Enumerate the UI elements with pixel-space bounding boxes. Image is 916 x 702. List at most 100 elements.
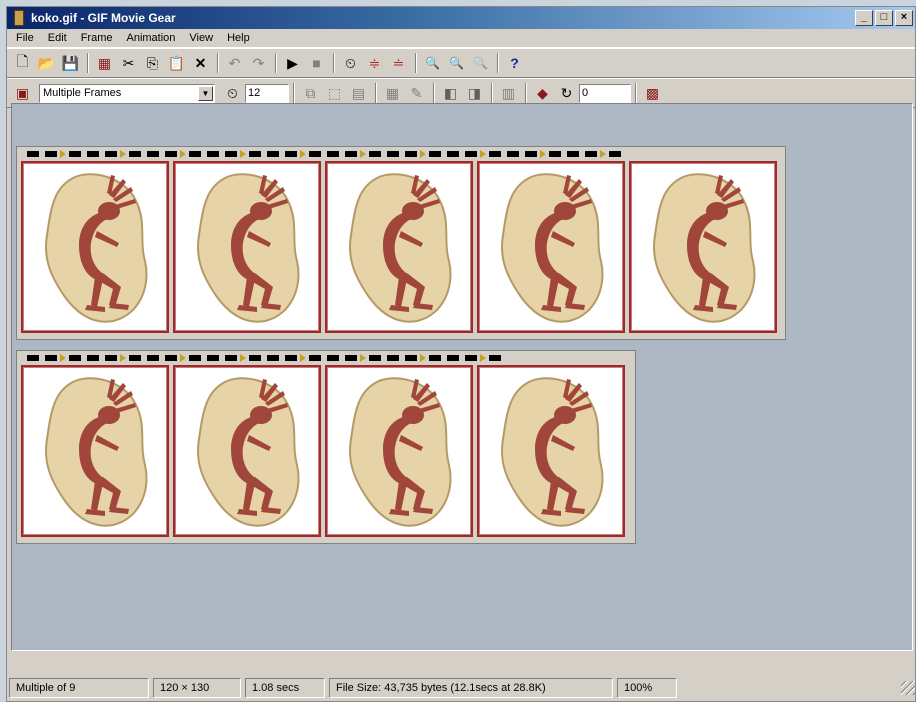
sprocket-hole: [309, 355, 321, 361]
insert-frames-icon[interactable]: ▦: [93, 52, 116, 74]
kokopelli-image: [349, 377, 452, 527]
frame-thumbnail[interactable]: [325, 161, 473, 333]
zoom-out-icon[interactable]: 🔍: [445, 52, 468, 74]
status-delay: 1.08 secs: [245, 678, 325, 698]
menu-help[interactable]: Help: [220, 32, 257, 44]
view-mode-value: Multiple Frames: [43, 87, 122, 99]
paste-icon[interactable]: 📋: [165, 52, 188, 74]
frame-arrow-icon: [480, 150, 486, 158]
stop-icon[interactable]: ■: [305, 52, 328, 74]
redo-icon[interactable]: ↷: [247, 52, 270, 74]
sprocket-hole: [165, 151, 177, 157]
resize-icon[interactable]: ⬚: [323, 82, 346, 104]
frame-arrow-icon: [120, 150, 126, 158]
sprocket-hole: [609, 151, 621, 157]
sprocket-hole: [249, 355, 261, 361]
optimize-icon[interactable]: ◨: [463, 82, 486, 104]
timing-icon[interactable]: ⏲: [339, 52, 362, 74]
toolbar-separator: [293, 83, 295, 103]
menu-file[interactable]: File: [9, 32, 41, 44]
zoom-reset-icon[interactable]: 🔍: [469, 52, 492, 74]
transparency-icon[interactable]: ▤: [347, 82, 370, 104]
frame-thumbnail[interactable]: [325, 365, 473, 537]
sprocket-hole: [327, 151, 339, 157]
frame-arrow-icon: [300, 150, 306, 158]
crop-icon[interactable]: ⧉: [299, 82, 322, 104]
sprocket-hole: [267, 355, 279, 361]
chevron-down-icon[interactable]: ▼: [198, 85, 213, 101]
open-icon[interactable]: 📂: [35, 52, 58, 74]
kokopelli-image: [45, 173, 148, 323]
kokopelli-image: [653, 173, 756, 323]
frame-thumbnail[interactable]: [21, 365, 169, 537]
sprocket-hole: [387, 355, 399, 361]
frame-arrow-icon: [120, 354, 126, 362]
window-title: koko.gif - GIF Movie Gear: [31, 11, 176, 25]
loop-count-input[interactable]: 0: [579, 83, 631, 103]
toolbar-separator: [375, 83, 377, 103]
film-sprockets: [17, 351, 635, 365]
sprocket-hole: [189, 355, 201, 361]
undo-icon[interactable]: ↶: [223, 52, 246, 74]
help-icon[interactable]: ?: [503, 52, 526, 74]
frame-view-icon[interactable]: ◧: [439, 82, 462, 104]
cut-icon[interactable]: ✂: [117, 52, 140, 74]
save-icon[interactable]: 💾: [59, 52, 82, 74]
frame-thumbnail[interactable]: [477, 161, 625, 333]
sprocket-hole: [345, 151, 357, 157]
copy-icon[interactable]: ⎘: [141, 52, 164, 74]
delay-input[interactable]: 12: [245, 83, 289, 103]
kokopelli-image: [349, 173, 452, 323]
maximize-button[interactable]: □: [875, 10, 893, 26]
frame-properties-icon[interactable]: ▣: [11, 82, 34, 104]
sprocket-hole: [489, 151, 501, 157]
align-down-icon[interactable]: ≐: [387, 52, 410, 74]
frame-arrow-icon: [60, 354, 66, 362]
play-icon[interactable]: ▶: [281, 52, 304, 74]
resize-grip[interactable]: [901, 681, 915, 695]
sprocket-hole: [465, 151, 477, 157]
menu-frame[interactable]: Frame: [74, 32, 120, 44]
title-bar: koko.gif - GIF Movie Gear _ □ ×: [7, 7, 915, 29]
sprocket-hole: [327, 355, 339, 361]
palette-icon[interactable]: ▥: [497, 82, 520, 104]
toolbar-separator: [87, 53, 89, 73]
frame-arrow-icon: [420, 354, 426, 362]
sprocket-hole: [87, 151, 99, 157]
sprocket-hole: [27, 151, 39, 157]
frame-thumbnail[interactable]: [173, 365, 321, 537]
sprocket-hole: [207, 355, 219, 361]
zoom-in-icon[interactable]: 🔍: [421, 52, 444, 74]
color-reduce-icon[interactable]: ▦: [381, 82, 404, 104]
menu-animation[interactable]: Animation: [119, 32, 182, 44]
frame-thumbnail[interactable]: [477, 365, 625, 537]
menu-edit[interactable]: Edit: [41, 32, 74, 44]
sprocket-hole: [447, 355, 459, 361]
minimize-button[interactable]: _: [855, 10, 873, 26]
sprocket-hole: [147, 355, 159, 361]
film-sprockets: [17, 147, 785, 161]
sprocket-hole: [285, 151, 297, 157]
view-mode-select[interactable]: Multiple Frames ▼: [39, 83, 215, 103]
global-settings-icon[interactable]: ◆: [531, 82, 554, 104]
sprocket-hole: [387, 151, 399, 157]
toolbar-separator: [333, 53, 335, 73]
sprocket-hole: [69, 355, 81, 361]
menu-view[interactable]: View: [182, 32, 220, 44]
loop-icon: ↻: [560, 84, 573, 101]
delete-icon[interactable]: ✕: [189, 52, 212, 74]
frame-thumbnail[interactable]: [173, 161, 321, 333]
frame-thumbnail[interactable]: [629, 161, 777, 333]
preview-icon[interactable]: ▩: [641, 82, 664, 104]
new-icon[interactable]: 🗋: [11, 52, 34, 74]
kokopelli-image: [197, 173, 300, 323]
align-up-icon[interactable]: ≑: [363, 52, 386, 74]
sprocket-hole: [585, 151, 597, 157]
sprocket-hole: [429, 355, 441, 361]
edit-frame-icon[interactable]: ✎: [405, 82, 428, 104]
close-button[interactable]: ×: [895, 10, 913, 26]
status-file-size: File Size: 43,735 bytes (12.1secs at 28.…: [329, 678, 613, 698]
frame-thumbnail[interactable]: [21, 161, 169, 333]
toolbar-separator: [525, 83, 527, 103]
frame-arrow-icon: [240, 354, 246, 362]
